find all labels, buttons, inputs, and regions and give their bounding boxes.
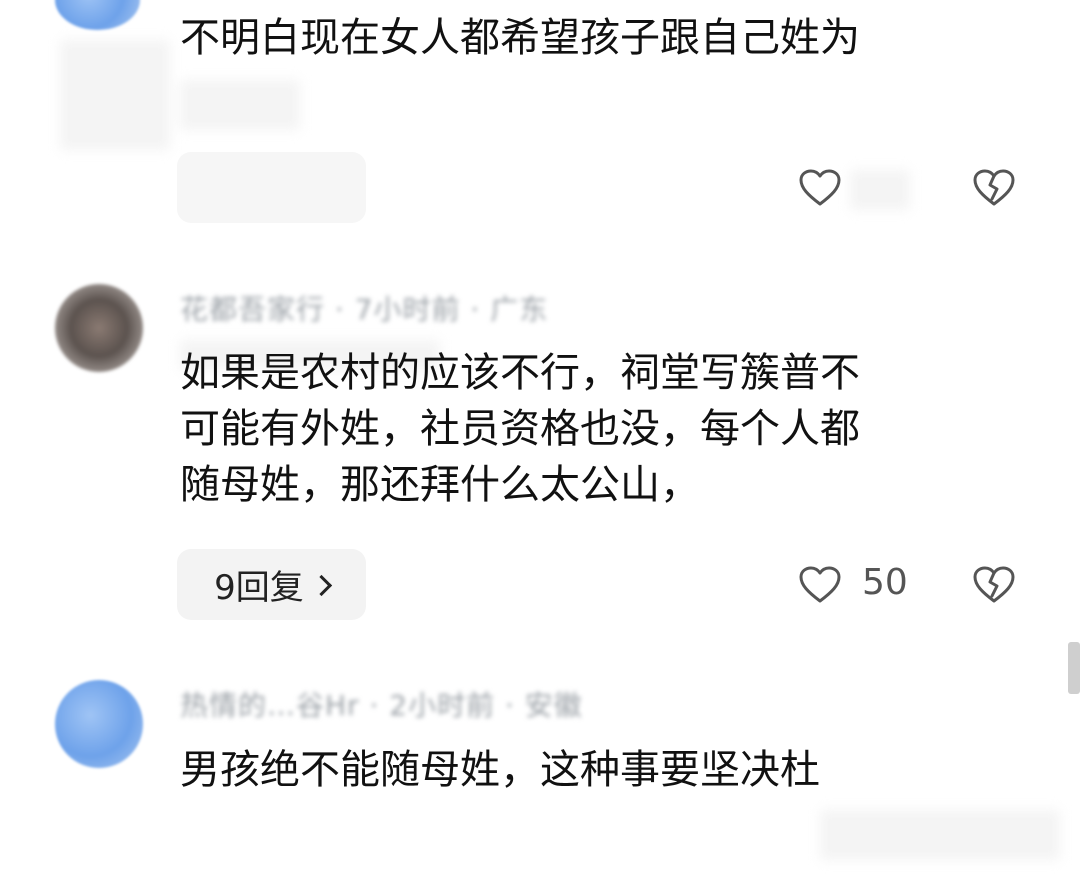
comment-line: 男孩绝不能随母姓，这种事要坚决杜	[180, 747, 820, 793]
heart-outline-icon[interactable]	[798, 168, 842, 208]
avatar[interactable]	[55, 0, 140, 30]
comment-text: 不明白现在女人都希望孩子跟自己姓为	[180, 10, 860, 66]
avatar[interactable]	[55, 680, 143, 768]
comment-text: 男孩绝不能随母姓，这种事要坚决杜	[180, 742, 820, 798]
comment-text: 如果是农村的应该不行，祠堂写簇普不 可能有外姓，社员资格也没，每个人都 随母姓，…	[180, 345, 860, 513]
blur-mask	[180, 80, 300, 130]
reply-button[interactable]: 9回复	[177, 549, 366, 620]
broken-heart-icon[interactable]	[972, 565, 1016, 605]
comment-line: 不明白现在女人都希望孩子跟自己姓为	[180, 15, 860, 61]
reply-label: 9回复	[214, 568, 304, 608]
broken-heart-icon[interactable]	[972, 168, 1016, 208]
blur-mask	[820, 810, 1060, 860]
scrollbar[interactable]	[1068, 642, 1080, 694]
blur-mask	[60, 40, 170, 150]
comment-line: 如果是农村的应该不行，祠堂写簇普不	[180, 350, 860, 396]
blur-mask	[850, 170, 910, 210]
like-count: 50	[862, 562, 908, 603]
comment-line: 随母姓，那还拜什么太公山，	[180, 462, 700, 508]
comment-meta: 花都吾家行 · 7小时前 · 广东	[180, 293, 549, 326]
avatar[interactable]	[55, 284, 143, 372]
chevron-right-icon	[310, 574, 332, 597]
comment-meta: 热情的…谷Hr · 2小时前 · 安徽	[180, 689, 583, 722]
reply-button[interactable]	[177, 152, 366, 223]
heart-outline-icon[interactable]	[798, 565, 842, 605]
comment-line: 可能有外姓，社员资格也没，每个人都	[180, 406, 860, 452]
